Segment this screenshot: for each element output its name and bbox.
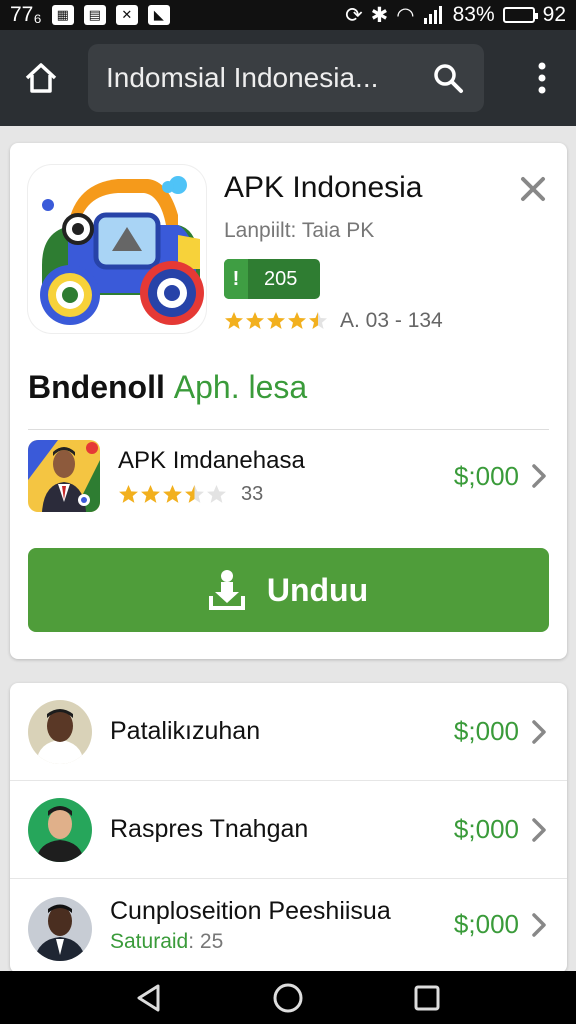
search-box [88,44,484,112]
exclamation-icon: ! [224,259,248,299]
list-item-price: $;000 [453,814,519,844]
battery-icon [502,7,538,23]
recents-button[interactable] [407,978,447,1018]
chevron-right-icon [532,913,546,937]
app-list-card: Patalikızuhan $;000 Raspres Tnahgan $;00… [10,683,567,973]
chevron-right-icon [532,464,546,488]
bluetooth-icon: ✱ [370,3,389,27]
more-vert-icon [538,62,546,94]
overflow-menu-button[interactable] [522,48,562,108]
rating-row: A. 03 - 134 [224,309,443,333]
person-avatar-icon [28,897,92,961]
list-item[interactable]: Raspres Tnahgan $;000 [10,781,567,879]
download-label: Unduu [266,571,369,608]
home-nav-button[interactable] [268,978,308,1018]
home-button[interactable] [14,51,68,105]
rating-text: A. 03 - 134 [340,309,443,332]
back-button[interactable] [129,978,169,1018]
star-icon [309,312,327,329]
list-item-sub: Saturaid: 25 [110,930,454,954]
list-item-sub-value: : 25 [188,930,224,953]
recents-square-icon [414,985,440,1010]
list-item[interactable]: Patalikızuhan $;000 [10,683,567,781]
list-item[interactable]: Cunploseition Peeshiisua Saturaid: 25 $;… [10,879,567,973]
navigation-bar [0,971,576,1024]
star-icon [185,484,204,503]
star-icon [288,312,306,329]
list-item-name: Raspres Tnahgan [110,815,309,843]
no-sim-icon: ◣ [147,5,170,25]
person-avatar-icon [28,797,92,862]
avatar [28,797,92,862]
avatar [28,699,92,764]
x-notification-icon: ✕ [115,5,138,25]
image-icon: ▤ [83,5,106,25]
list-item-name: Cunploseition Peeshiisua [110,897,391,925]
close-button[interactable] [517,173,549,205]
home-circle-icon [273,983,303,1012]
calendar-icon: ▦ [51,5,74,25]
back-triangle-icon [137,984,160,1011]
chevron-right-icon [532,817,546,842]
section-title: Bndenoll Aph. lesa [28,369,307,406]
app-subtitle: Lanpiilt: Taia PK [224,219,375,242]
status-left-text: 77₆ [10,3,42,26]
rating-stars [224,311,328,331]
status-bar: 77₆ ▦ ▤ ✕ ◣ ⟳ ✱ ◠ 83% 92 [0,0,576,30]
list-item-name: Patalikızuhan [110,717,261,745]
home-icon [25,63,57,93]
wifi-icon: ◠ [396,3,415,27]
item-rating-stars [118,484,227,505]
app-icon[interactable] [28,165,206,333]
search-icon [434,64,463,93]
featured-app-card: APK Indonesia Lanpiilt: Taia PK ! 205 A.… [10,143,567,659]
signal-icon [423,6,442,24]
section-title-accent: Aph. lesa [173,369,308,405]
star-icon [267,312,285,329]
search-input[interactable] [106,62,428,94]
person-avatar-icon [28,699,92,764]
download-icon [208,570,245,610]
badge-count: 205 [264,267,298,290]
list-item-sub-label: Saturaid [110,930,189,953]
list-item-price: $;000 [453,909,519,939]
app-title: APK Indonesia [224,171,423,204]
item-name: APK Imdanehasa [118,446,305,474]
star-icon [119,484,138,503]
star-icon [163,484,182,503]
item-price: $;000 [453,460,519,491]
star-icon [207,484,226,503]
item-thumbnail [28,440,100,512]
download-button[interactable]: Unduu [28,548,549,632]
chevron-right-icon [532,719,546,744]
section-title-main: Bndenoll [28,369,165,405]
search-button[interactable] [428,58,468,98]
install-count-badge: ! 205 [224,259,320,299]
person-thumbnail-icon [28,440,100,512]
star-icon [246,312,264,329]
sync-icon: ⟳ [345,3,363,27]
list-item-price: $;000 [453,716,519,746]
clock: 92 [542,3,566,26]
avatar [28,897,92,961]
star-icon [225,312,243,329]
close-icon [521,177,545,201]
divider [28,429,549,430]
featured-item-row[interactable]: APK Imdanehasa 33 $;000 [28,433,549,519]
item-rating-count: 33 [241,482,264,505]
app-bar [0,30,576,126]
battery-percent: 83% [452,3,495,26]
car-logo-icon [40,176,204,325]
star-icon [141,484,160,503]
